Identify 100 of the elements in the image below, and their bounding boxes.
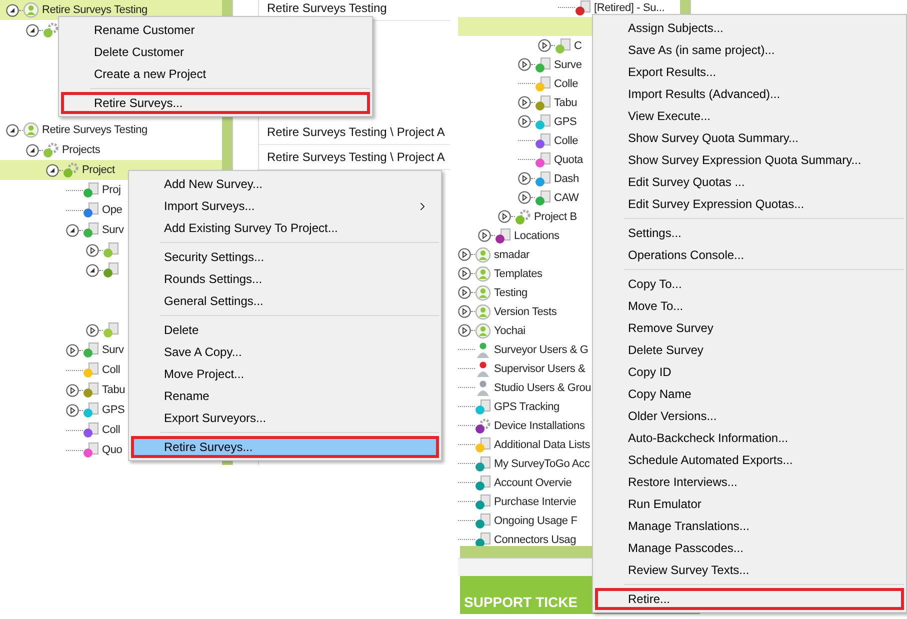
tree-label[interactable]: Retire Surveys Testing [42, 124, 148, 136]
tree-label[interactable]: Dash [554, 172, 579, 184]
menu-item[interactable]: Retire Surveys... [61, 92, 370, 114]
tree-label[interactable]: Ope [102, 204, 122, 216]
expand-toggle[interactable] [26, 24, 39, 36]
menu-item[interactable]: Schedule Automated Exports... [595, 449, 904, 471]
expand-toggle[interactable] [518, 191, 531, 204]
expand-toggle[interactable] [26, 144, 39, 156]
menu-item[interactable]: Auto-Backcheck Information... [595, 427, 904, 449]
menu-item[interactable]: Export Surveyors... [131, 407, 439, 429]
menu-item[interactable]: Settings... [595, 222, 904, 244]
tree-label[interactable]: Project B [534, 210, 577, 222]
menu-item[interactable]: Export Results... [595, 61, 904, 83]
menu-item[interactable]: Manage Translations... [595, 515, 904, 537]
tree-label[interactable]: [Retired] - Su... [594, 2, 665, 14]
tree-label[interactable]: Ongoing Usage F [494, 514, 578, 526]
expand-toggle[interactable] [458, 286, 471, 299]
menu-item[interactable]: Security Settings... [131, 246, 439, 268]
expand-toggle[interactable] [458, 267, 471, 280]
expand-toggle[interactable] [518, 58, 531, 71]
tree-row[interactable]: Projects [0, 140, 222, 160]
menu-item[interactable]: Move Project... [131, 363, 439, 385]
expand-toggle[interactable] [46, 164, 59, 176]
tree-label[interactable]: Connectors Usag [494, 534, 576, 546]
menu-item[interactable]: Add Existing Survey To Project... [131, 217, 439, 239]
tree-label[interactable]: Tabu [554, 96, 578, 108]
expand-toggle[interactable] [66, 344, 79, 356]
tree-label[interactable]: Templates [494, 268, 542, 280]
menu-item[interactable]: Edit Survey Expression Quotas... [595, 193, 904, 215]
menu-item[interactable]: Delete [131, 319, 439, 341]
menu-item[interactable]: Assign Subjects... [595, 17, 904, 39]
menu-item[interactable]: Move To... [595, 295, 904, 317]
menu-item[interactable]: Older Versions... [595, 405, 904, 427]
menu-item[interactable]: Create a new Project [61, 63, 370, 85]
menu-item[interactable]: Import Results (Advanced)... [595, 83, 904, 105]
expand-toggle[interactable] [86, 264, 99, 276]
menu-item[interactable]: Restore Interviews... [595, 471, 904, 493]
expand-toggle[interactable] [538, 39, 551, 52]
expand-toggle[interactable] [6, 124, 19, 136]
tree-label[interactable]: CAW [554, 192, 579, 204]
tree-label[interactable]: Surveyor Users & G [494, 344, 588, 356]
expand-toggle[interactable] [458, 305, 471, 318]
tree-label[interactable]: Colle [554, 78, 578, 90]
menu-item[interactable]: General Settings... [131, 290, 439, 312]
menu-item[interactable]: Manage Passcodes... [595, 537, 904, 559]
tree-label[interactable]: My SurveyToGo Acc [494, 458, 590, 470]
tree-label[interactable]: Locations [514, 230, 560, 242]
expand-toggle[interactable] [478, 229, 491, 242]
menu-item[interactable]: Rounds Settings... [131, 268, 439, 290]
tree-label[interactable]: Account Overvie [494, 476, 572, 488]
tree-label[interactable]: GPS [554, 116, 577, 128]
tree-label[interactable]: Quo [102, 444, 122, 456]
tree-label[interactable]: Studio Users & Grou [494, 382, 592, 394]
tree-label[interactable]: Colle [554, 134, 578, 146]
tree-label[interactable]: smadar [494, 248, 530, 260]
tree-label[interactable]: Version Tests [494, 306, 557, 318]
menu-item[interactable]: Remove Survey [595, 317, 904, 339]
tree-label[interactable]: GPS [102, 404, 125, 416]
tree-label[interactable]: Supervisor Users & [494, 362, 586, 374]
tree-label[interactable]: C [574, 40, 582, 52]
menu-item[interactable]: Delete Customer [61, 41, 370, 63]
tree-label[interactable]: Additional Data Lists [494, 438, 590, 450]
expand-toggle[interactable] [66, 404, 79, 416]
expand-toggle[interactable] [86, 324, 99, 336]
menu-item[interactable]: Retire Surveys... [131, 436, 439, 458]
tree-label[interactable]: Surve [554, 58, 582, 70]
tree-label[interactable]: Quota [554, 154, 583, 166]
tree-label[interactable]: Projects [62, 144, 100, 156]
expand-toggle[interactable] [518, 172, 531, 185]
menu-item[interactable]: Show Survey Quota Summary... [595, 127, 904, 149]
expand-toggle[interactable] [66, 224, 79, 236]
menu-item[interactable]: View Execute... [595, 105, 904, 127]
menu-item[interactable]: Copy Name [595, 383, 904, 405]
tree-label[interactable]: GPS Tracking [494, 400, 560, 412]
tree-label[interactable]: Purchase Intervie [494, 496, 576, 508]
expand-toggle[interactable] [518, 96, 531, 109]
expand-toggle[interactable] [6, 4, 19, 16]
tree-row[interactable]: Retire Surveys Testing [0, 120, 222, 140]
tree-row[interactable]: [Retired] - Su... [458, 0, 680, 17]
expand-toggle[interactable] [498, 210, 511, 223]
tree-label[interactable]: Yochai [494, 324, 526, 336]
tree-label[interactable]: Surv [102, 224, 124, 236]
menu-item[interactable]: Copy ID [595, 361, 904, 383]
expand-toggle[interactable] [66, 384, 79, 396]
menu-item[interactable]: Save A Copy... [131, 341, 439, 363]
tree-label[interactable]: Proj [102, 184, 121, 196]
tree-label[interactable]: Testing [494, 286, 528, 298]
expand-toggle[interactable] [458, 248, 471, 261]
tree-label[interactable]: Device Installations [494, 420, 585, 432]
menu-item[interactable]: Run Emulator [595, 493, 904, 515]
menu-item[interactable]: Operations Console... [595, 244, 904, 266]
menu-item[interactable]: Delete Survey [595, 339, 904, 361]
expand-toggle[interactable] [86, 244, 99, 256]
tree-label[interactable]: Retire Surveys Testing [42, 4, 148, 16]
menu-item[interactable]: Show Survey Expression Quota Summary... [595, 149, 904, 171]
menu-item[interactable]: Edit Survey Quotas ... [595, 171, 904, 193]
tree-label[interactable]: Tabu [102, 384, 126, 396]
expand-toggle[interactable] [458, 324, 471, 337]
tree-label[interactable]: Project [82, 164, 115, 176]
menu-item[interactable]: Save As (in same project)... [595, 39, 904, 61]
